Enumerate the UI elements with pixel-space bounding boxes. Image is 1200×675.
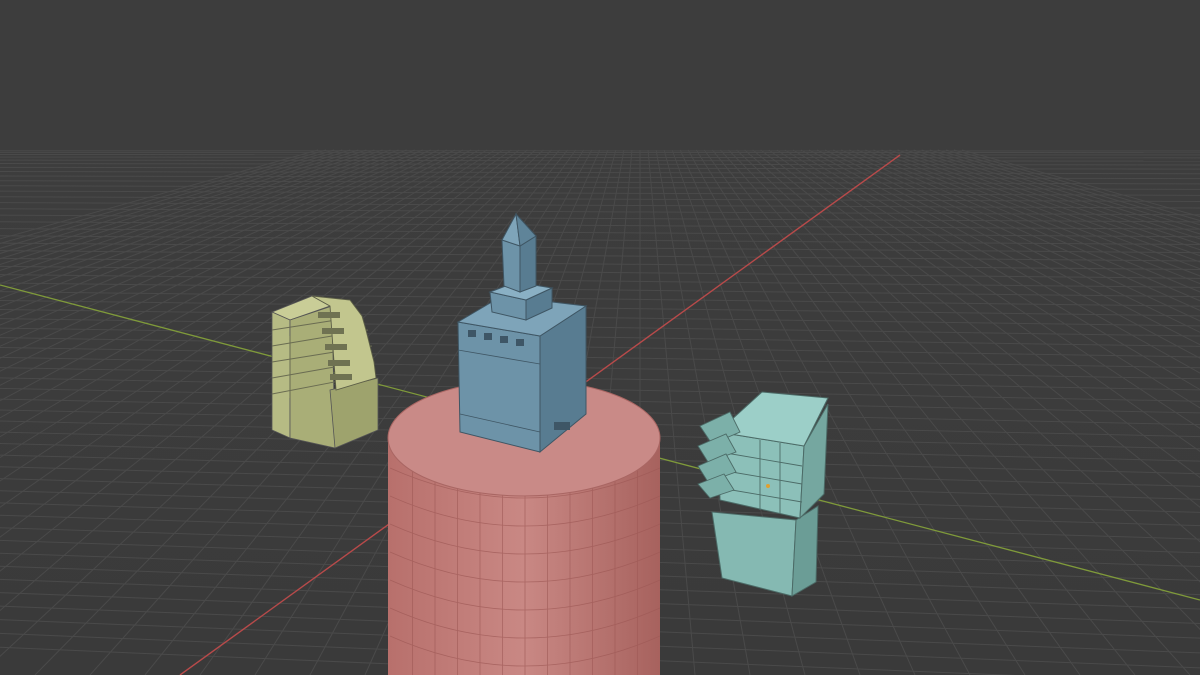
3d-viewport[interactable] bbox=[0, 0, 1200, 675]
building-left[interactable] bbox=[270, 295, 379, 449]
